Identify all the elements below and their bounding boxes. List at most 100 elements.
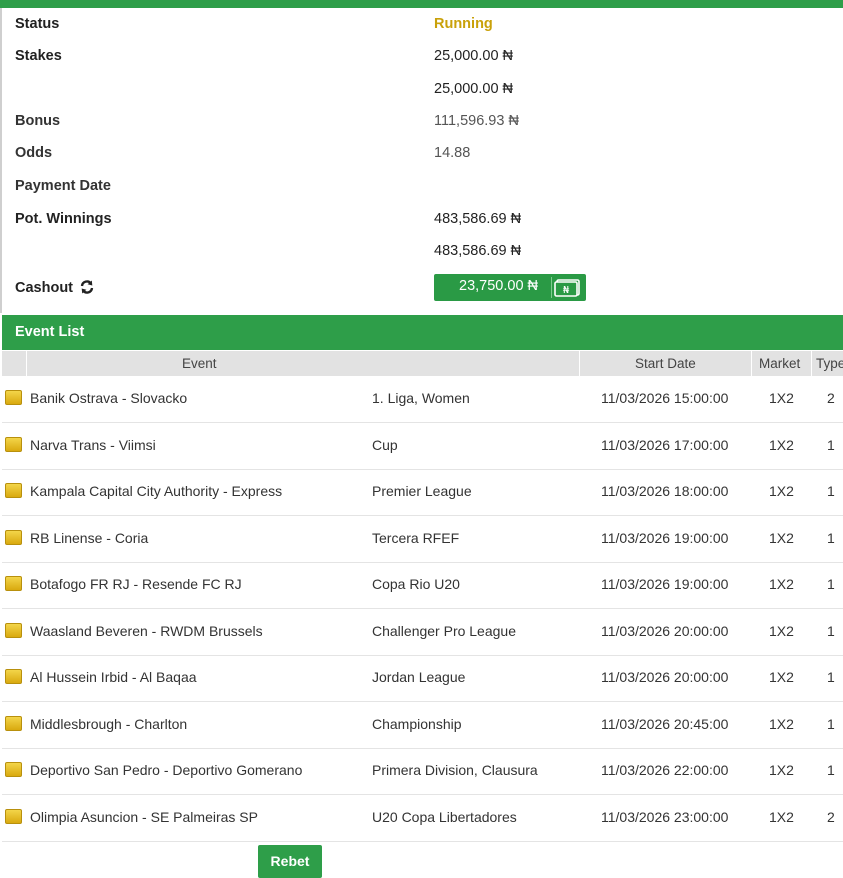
event-name: Al Hussein Irbid - Al Baqaa [30,669,197,685]
table-row[interactable]: Al Hussein Irbid - Al Baqaa Jordan League… [2,655,843,702]
event-start-date: 11/03/2026 15:00:00 [601,390,729,406]
event-list-title: Event List [15,324,85,340]
table-row[interactable]: Middlesbrough - Charlton Championship 11/0… [2,702,843,749]
column-divider [579,351,580,376]
event-market: 1X2 [769,390,794,406]
event-type: 1 [827,529,835,546]
event-league: Copa Rio U20 [372,576,460,592]
event-type: 1 [827,436,835,453]
column-divider [751,351,752,376]
event-league: Cup [372,436,398,453]
event-name: Waasland Beveren - RWDM Brussels [30,622,263,639]
event-league: Primera Division, Clausura [372,762,538,778]
event-name: Olimpia Asuncion - SE Palmeiras SP [30,808,258,825]
event-league: Tercera RFEF [372,529,460,546]
event-market: 1X2 [769,762,794,778]
cashout-label-wrap: Cashout [15,279,95,296]
svg-text:₦: ₦ [563,285,570,296]
event-list-header: Event List [2,315,843,350]
soccer-ball-icon [5,715,22,731]
event-league: U20 Copa Libertadores [372,808,517,825]
soccer-ball-icon [5,669,22,684]
odds-value: 14.88 [434,145,471,161]
table-row[interactable]: Waasland Beveren - RWDM Brussels Challeng… [2,609,843,656]
banknote-icon: ₦ [551,277,582,298]
soccer-ball-icon [5,576,22,591]
event-league: Jordan League [372,669,466,685]
event-name: RB Linense - Coria [30,529,149,546]
cashout-amount: 23,750.00 ₦ [459,278,539,294]
refresh-icon[interactable] [79,279,95,295]
top-accent-bar [0,0,843,8]
event-market: 1X2 [769,669,794,685]
event-league: Championship [372,715,462,732]
status-label: Status [15,16,60,32]
event-start-date: 11/03/2026 20:45:00 [601,715,729,732]
pot-winnings-value: 483,586.69 ₦ [434,211,522,227]
col-type: Type [816,356,843,371]
event-market: 1X2 [769,529,794,546]
table-row[interactable]: Kampala Capital City Authority - Express… [2,469,843,516]
event-type: 1 [827,669,835,685]
col-event: Event [182,356,217,371]
event-name: Narva Trans - Viimsi [30,436,156,453]
event-league: Premier League [372,483,472,499]
event-name: Botafogo FR RJ - Resende FC RJ [30,576,242,592]
event-league: 1. Liga, Women [372,390,470,406]
event-start-date: 11/03/2026 17:00:00 [601,436,729,453]
event-start-date: 11/03/2026 18:00:00 [601,483,729,499]
event-type: 1 [827,622,835,639]
rebet-button[interactable]: Rebet [258,845,322,878]
event-market: 1X2 [769,436,794,453]
event-type: 2 [827,390,835,406]
event-table-header: Event Start Date Market Type [2,351,843,376]
cashout-button[interactable]: 23,750.00 ₦ ₦ [434,274,586,301]
table-row[interactable]: RB Linense - Coria Tercera RFEF 11/03/2026… [2,516,843,563]
soccer-ball-icon [5,483,22,498]
event-market: 1X2 [769,483,794,499]
soccer-ball-icon [5,529,22,545]
column-divider [26,351,27,376]
event-market: 1X2 [769,576,794,592]
event-start-date: 11/03/2026 22:00:00 [601,762,729,778]
col-start-date: Start Date [635,356,696,371]
odds-label: Odds [15,145,53,161]
column-divider [811,351,812,376]
bonus-label: Bonus [15,113,61,129]
payment-date-label: Payment Date [15,178,111,194]
bonus-value: 111,596.93 ₦ [434,113,519,129]
event-type: 1 [827,483,835,499]
event-league: Challenger Pro League [372,622,516,639]
event-market: 1X2 [769,715,794,732]
table-row[interactable]: Olimpia Asuncion - SE Palmeiras SP U20 Co… [2,795,843,842]
event-name: Middlesbrough - Charlton [30,715,188,732]
soccer-ball-icon [5,390,22,405]
event-start-date: 11/03/2026 19:00:00 [601,576,729,592]
status-value: Running [434,16,493,32]
stakes-value: 25,000.00 ₦ [434,48,514,64]
soccer-ball-icon [5,762,22,777]
event-type: 1 [827,715,835,732]
table-row[interactable]: Banik Ostrava - Slovacko 1. Liga, Women 11… [2,376,843,423]
pot-winnings-label: Pot. Winnings [15,211,112,227]
event-market: 1X2 [769,808,794,825]
col-market: Market [759,356,801,371]
event-name: Deportivo San Pedro - Deportivo Gomerano [30,762,303,778]
left-border [0,8,2,313]
table-row[interactable]: Narva Trans - Viimsi Cup 11/03/2026 17:00:… [2,423,843,470]
table-row[interactable]: Deportivo San Pedro - Deportivo Gomerano… [2,748,843,795]
stakes-value-2: 25,000.00 ₦ [434,81,514,97]
table-row[interactable]: Botafogo FR RJ - Resende FC RJ Copa Rio U… [2,562,843,609]
stakes-label: Stakes [15,48,62,64]
soccer-ball-icon [5,622,22,638]
cashout-label: Cashout [15,280,73,296]
event-start-date: 11/03/2026 23:00:00 [601,808,729,825]
event-type: 2 [827,808,835,825]
event-start-date: 11/03/2026 20:00:00 [601,622,729,639]
soccer-ball-icon [5,436,22,452]
event-name: Kampala Capital City Authority - Express [30,483,283,499]
soccer-ball-icon [5,808,22,824]
event-name: Banik Ostrava - Slovacko [30,390,188,406]
event-market: 1X2 [769,622,794,639]
event-type: 1 [827,762,835,778]
